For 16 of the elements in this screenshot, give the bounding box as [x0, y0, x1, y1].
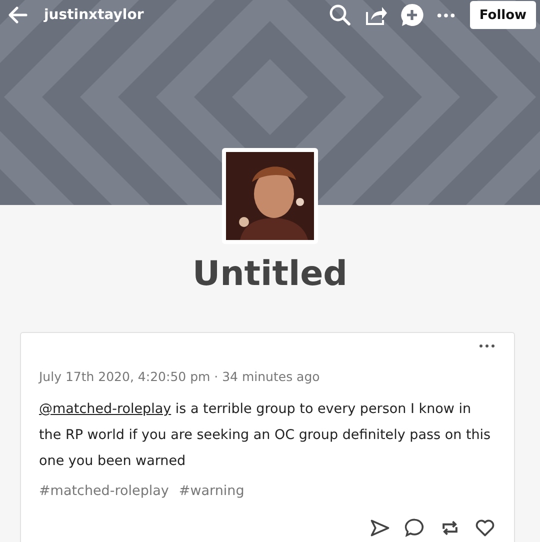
blog-name[interactable]: justinxtaylor	[44, 7, 144, 23]
comment-icon[interactable]	[404, 517, 426, 539]
blog-title: Untitled	[191, 254, 349, 294]
post-text: @matched-roleplay is a terrible group to every person I know in the RP world if you are seeking an OC group definitely pass on this one you been warned	[39, 400, 492, 471]
search-icon[interactable]	[328, 3, 352, 27]
tag-link[interactable]: #warning	[178, 483, 244, 499]
post-timestamp: July 17th 2020, 4:20:50 pm · 34 minutes ago	[39, 369, 321, 384]
tag-link[interactable]: #matched-roleplay	[39, 483, 169, 499]
heart-icon[interactable]	[474, 517, 496, 539]
avatar[interactable]	[222, 148, 318, 244]
mention-link[interactable]: @matched-roleplay	[39, 401, 172, 417]
follow-button[interactable]: Follow	[470, 1, 536, 29]
send-icon[interactable]	[369, 517, 391, 539]
more-icon[interactable]	[478, 343, 496, 349]
more-icon[interactable]	[436, 12, 456, 18]
add-message-icon[interactable]	[400, 3, 424, 27]
